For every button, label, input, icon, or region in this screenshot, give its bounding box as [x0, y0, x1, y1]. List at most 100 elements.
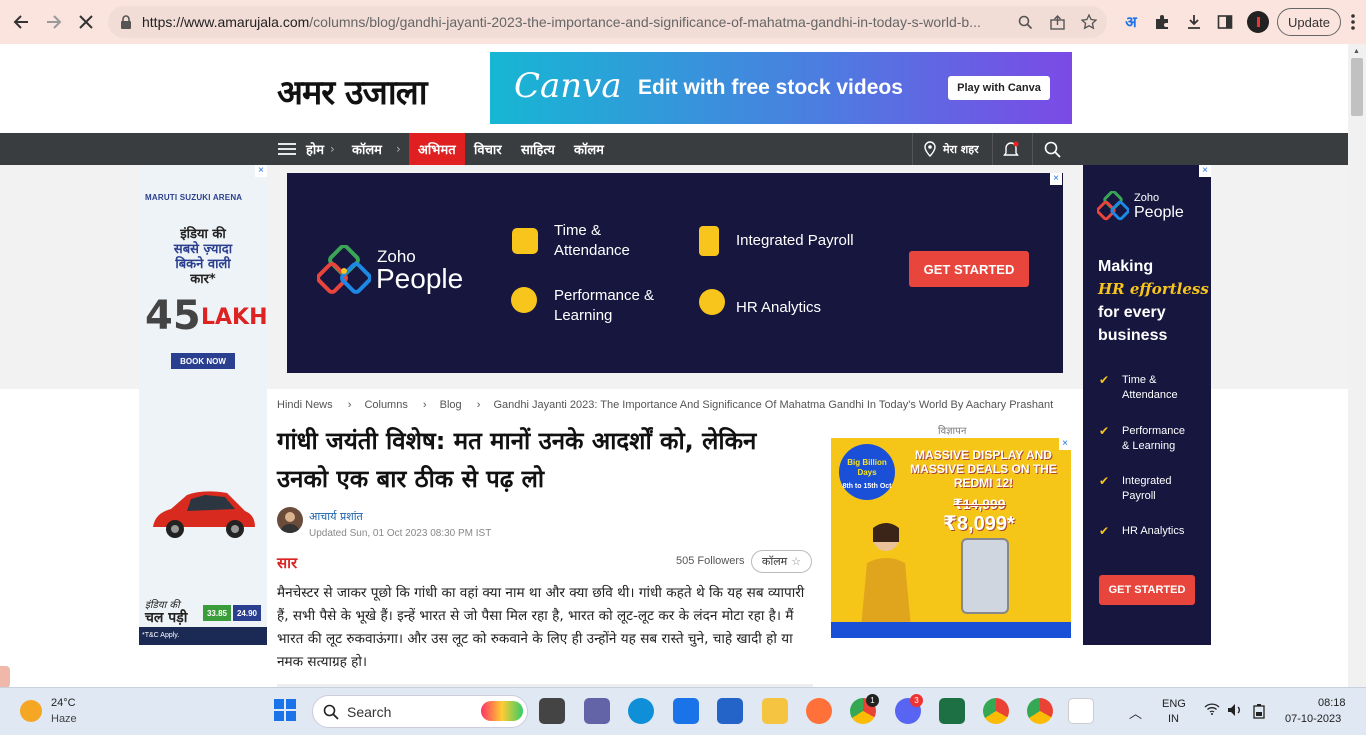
headline-line-accent: HR effortless: [1098, 280, 1209, 298]
nav-vichar[interactable]: विचार: [474, 133, 502, 165]
breadcrumb-hindi-news[interactable]: Hindi News: [277, 399, 333, 411]
windows-start-icon[interactable]: [274, 699, 298, 723]
summary-heading: सार: [277, 554, 298, 572]
author-name[interactable]: आचार्य प्रशांत: [309, 509, 363, 524]
snipping-tool-icon[interactable]: [1068, 698, 1094, 724]
maruti-tc: *T&C Apply.: [139, 627, 267, 645]
author-avatar[interactable]: [277, 507, 303, 533]
file-explorer-icon[interactable]: [762, 698, 788, 724]
performance-badge-icon: [511, 287, 537, 313]
teams-chat-icon[interactable]: [584, 698, 610, 724]
canva-banner-ad[interactable]: Canva Edit with free stock videos Play w…: [490, 52, 1072, 124]
zoho-get-started-button[interactable]: GET STARTED: [909, 251, 1029, 287]
zoho-people-banner-ad[interactable]: Zoho People Time & Attendance Integrated …: [287, 173, 1063, 373]
main-navbar: होम › कॉलम › अभिमत विचार साहित्य कॉलम मेरा…: [0, 133, 1348, 165]
taskbar-search[interactable]: Search: [312, 695, 528, 728]
page-scrollbar[interactable]: ▲: [1348, 44, 1366, 687]
nav-sahitya[interactable]: साहित्य: [521, 133, 555, 165]
chrome-profile-icon[interactable]: [983, 698, 1009, 724]
ad-close-icon[interactable]: ×: [1050, 173, 1062, 185]
maruti-skyscraper-ad[interactable]: MARUTI SUZUKI ARENA इंडिया की सबसे ज़्या…: [139, 165, 267, 645]
weather-temp: 24°C: [51, 697, 76, 709]
nav-abhimat-active[interactable]: अभिमत: [409, 133, 465, 165]
maruti-book-now-button[interactable]: BOOK NOW: [171, 353, 235, 369]
weather-haze-icon[interactable]: [20, 700, 42, 722]
profile-avatar-icon[interactable]: [1247, 11, 1269, 33]
excel-icon[interactable]: [939, 698, 965, 724]
chrome-profile-2-icon[interactable]: [1027, 698, 1053, 724]
language-code[interactable]: ENG: [1162, 698, 1186, 710]
language-region[interactable]: IN: [1168, 713, 1179, 725]
new-price: ₹8,099*: [943, 513, 1015, 535]
scroll-up-arrow-icon[interactable]: ▲: [1353, 48, 1360, 55]
zoho-brand-bottom: People: [376, 263, 464, 294]
clock-time[interactable]: 08:18: [1318, 697, 1346, 709]
breadcrumb-columns[interactable]: Columns: [364, 399, 407, 411]
my-city-label: मेरा शहर: [943, 142, 979, 156]
site-logo[interactable]: अमर उजाला: [277, 68, 428, 114]
windows-taskbar: 24°C Haze Search 1 3 ︿ ENG IN 08:18 07-1…: [0, 687, 1366, 735]
hamburger-menu-icon[interactable]: [278, 133, 296, 165]
zoho-right-get-started-button[interactable]: GET STARTED: [1099, 575, 1195, 605]
stop-loading-button[interactable]: [73, 9, 99, 35]
feature-hr-analytics: HR Analytics: [736, 299, 822, 316]
scrollbar-thumb[interactable]: [1351, 58, 1363, 116]
zoho-right-brand-bottom: People: [1134, 204, 1184, 221]
nav-columns-crumb[interactable]: कॉलम ›: [352, 133, 401, 165]
zoom-icon[interactable]: [1015, 12, 1035, 32]
lock-icon: [116, 12, 136, 32]
forward-button[interactable]: [41, 9, 67, 35]
chevron-up-icon[interactable]: ︿: [1129, 703, 1142, 722]
update-button[interactable]: Update: [1277, 8, 1341, 36]
bookmark-star-icon[interactable]: [1079, 12, 1099, 32]
store-icon[interactable]: [717, 698, 743, 724]
zoho-people-logo-icon: [1097, 191, 1129, 221]
ad-close-icon[interactable]: ×: [1199, 165, 1211, 177]
firefox-icon[interactable]: [806, 698, 832, 724]
menu-kebab-icon[interactable]: [1342, 11, 1364, 33]
event-dates: 8th to 15th Oct: [842, 483, 892, 490]
ad-close-icon[interactable]: ×: [1059, 438, 1071, 450]
maruti-line-4: कार*: [190, 272, 216, 287]
edge-browser-icon[interactable]: [628, 698, 654, 724]
address-bar[interactable]: https://www.amarujala.com/columns/blog/g…: [108, 6, 1107, 38]
browser-toolbar: https://www.amarujala.com/columns/blog/g…: [0, 0, 1366, 44]
share-icon[interactable]: [1047, 12, 1067, 32]
canva-play-button[interactable]: Play with Canva: [948, 76, 1050, 100]
arrow-right-icon: [47, 15, 62, 29]
maruti-line-3: बिकने वाली: [175, 257, 231, 272]
battery-icon[interactable]: [1252, 703, 1266, 722]
mail-icon[interactable]: [673, 698, 699, 724]
nav-home[interactable]: होम ›: [306, 133, 335, 165]
maruti-line-2: सबसे ज़्यादा: [173, 242, 233, 257]
wifi-icon[interactable]: [1204, 703, 1220, 718]
nav-column[interactable]: कॉलम: [574, 133, 604, 165]
follow-column-button[interactable]: कॉलम ☆: [751, 550, 812, 573]
nav-my-city[interactable]: मेरा शहर: [912, 133, 979, 165]
back-button[interactable]: [8, 9, 34, 35]
search-icon: [323, 704, 339, 720]
chevron-right-icon: ›: [330, 142, 335, 156]
side-tab[interactable]: [0, 666, 10, 687]
translate-icon[interactable]: अ: [1120, 11, 1142, 33]
article-summary: मैनचेस्टर से जाकर पूछो कि गांधी का वहां …: [277, 585, 805, 670]
notifications-bell-icon[interactable]: [992, 133, 1032, 165]
download-icon[interactable]: [1183, 11, 1205, 33]
search-placeholder: Search: [347, 704, 392, 720]
event-name: Big Billion Days: [847, 458, 887, 477]
zoho-skyscraper-ad[interactable]: Zoho People Making HR effortless for eve…: [1083, 165, 1211, 645]
breadcrumb-blog[interactable]: Blog: [440, 399, 462, 411]
search-icon[interactable]: [1032, 133, 1072, 165]
ad-close-icon[interactable]: ×: [255, 165, 267, 177]
flipkart-redmi-ad[interactable]: Big Billion Days 8th to 15th Oct MASSIVE…: [831, 438, 1071, 638]
side-panel-icon[interactable]: [1214, 11, 1236, 33]
task-view-icon[interactable]: [539, 698, 565, 724]
speaker-icon[interactable]: [1227, 703, 1243, 720]
url-text[interactable]: https://www.amarujala.com/columns/blog/g…: [142, 14, 1017, 30]
extensions-puzzle-icon[interactable]: [1151, 11, 1173, 33]
follow-label: कॉलम: [761, 555, 788, 568]
clock-date[interactable]: 07-10-2023: [1285, 713, 1341, 725]
followers-count: 505 Followers: [676, 555, 745, 567]
breadcrumb-current: Gandhi Jayanti 2023: The Importance And …: [493, 399, 1054, 411]
feature-text: Attendance: [554, 242, 630, 259]
